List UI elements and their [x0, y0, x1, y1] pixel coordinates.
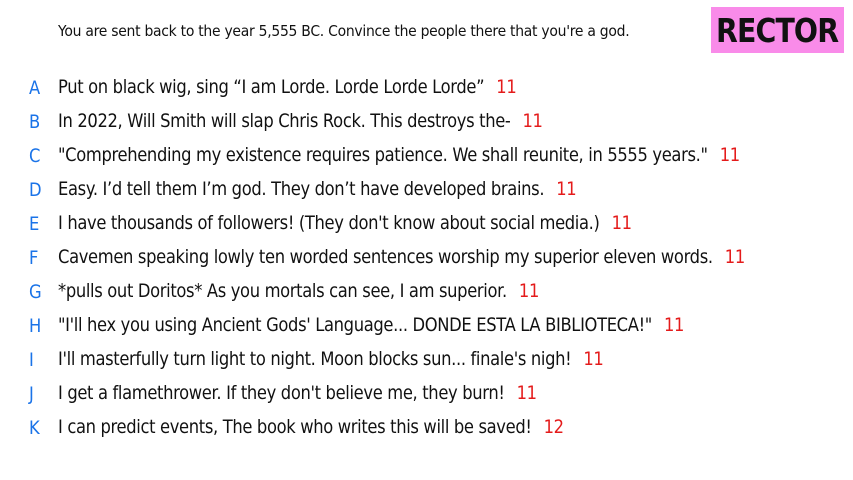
answer-list: A Put on black wig, sing “I am Lorde. Lo… [0, 74, 853, 448]
answer-letter: B [29, 111, 41, 133]
answer-item-j: J I get a flamethrower. If they don't be… [0, 380, 853, 414]
answer-text: Easy. I’d tell them I’m god. They don’t … [58, 178, 545, 200]
answer-score: 11 [583, 348, 604, 370]
answer-letter: A [29, 77, 41, 99]
answer-line: I get a flamethrower. If they don't beli… [58, 382, 537, 404]
answer-line: In 2022, Will Smith will slap Chris Rock… [58, 110, 543, 132]
answer-item-e: E I have thousands of followers! (They d… [0, 210, 853, 244]
answer-item-c: C "Comprehending my existence requires p… [0, 142, 853, 176]
answer-letter: G [29, 281, 42, 303]
answer-line: "I'll hex you using Ancient Gods' Langua… [58, 314, 684, 336]
answer-item-f: F Cavemen speaking lowly ten worded sent… [0, 244, 853, 278]
answer-letter: F [29, 247, 39, 269]
answer-text: Put on black wig, sing “I am Lorde. Lord… [58, 76, 485, 98]
answer-score: 11 [611, 212, 632, 234]
answer-score: 11 [516, 382, 537, 404]
answer-item-d: D Easy. I’d tell them I’m god. They don’… [0, 176, 853, 210]
answer-item-i: I I'll masterfully turn light to night. … [0, 346, 853, 380]
answer-text: "Comprehending my existence requires pat… [58, 144, 708, 166]
answer-item-a: A Put on black wig, sing “I am Lorde. Lo… [0, 74, 853, 108]
answer-letter: I [29, 349, 34, 371]
answer-item-h: H "I'll hex you using Ancient Gods' Lang… [0, 312, 853, 346]
answer-line: I have thousands of followers! (They don… [58, 212, 632, 234]
answer-line: Put on black wig, sing “I am Lorde. Lord… [58, 76, 517, 98]
answer-letter: E [29, 213, 40, 235]
answer-letter: J [29, 383, 34, 405]
answer-score: 11 [724, 246, 745, 268]
answer-text: I'll masterfully turn light to night. Mo… [58, 348, 572, 370]
answer-text: I have thousands of followers! (They don… [58, 212, 600, 234]
answer-letter: K [29, 417, 40, 439]
answer-score: 11 [522, 110, 543, 132]
answer-text: Cavemen speaking lowly ten worded senten… [58, 246, 713, 268]
prompt-text: You are sent back to the year 5,555 BC. … [58, 22, 630, 40]
answer-letter: D [29, 179, 42, 201]
answer-score: 11 [719, 144, 740, 166]
answer-letter: C [29, 145, 41, 167]
answer-line: *pulls out Doritos* As you mortals can s… [58, 280, 539, 302]
author-badge: RECTOR [711, 7, 844, 53]
answer-text: *pulls out Doritos* As you mortals can s… [58, 280, 507, 302]
answer-score: 11 [518, 280, 540, 302]
answer-text: I can predict events, The book who write… [58, 416, 532, 438]
answer-score: 11 [496, 76, 517, 98]
answer-text: "I'll hex you using Ancient Gods' Langua… [58, 314, 652, 336]
answer-line: Easy. I’d tell them I’m god. They don’t … [58, 178, 577, 200]
answer-score: 11 [664, 314, 685, 336]
answer-item-b: B In 2022, Will Smith will slap Chris Ro… [0, 108, 853, 142]
answer-line: Cavemen speaking lowly ten worded senten… [58, 246, 745, 268]
answer-line: I'll masterfully turn light to night. Mo… [58, 348, 604, 370]
answer-score: 11 [556, 178, 577, 200]
answer-line: I can predict events, The book who write… [58, 416, 564, 438]
answer-score: 12 [543, 416, 564, 438]
author-badge-label: RECTOR [716, 10, 839, 50]
answer-line: "Comprehending my existence requires pat… [58, 144, 740, 166]
answer-letter: H [29, 315, 42, 337]
answer-text: I get a flamethrower. If they don't beli… [58, 382, 505, 404]
answer-item-g: G *pulls out Doritos* As you mortals can… [0, 278, 853, 312]
answer-text: In 2022, Will Smith will slap Chris Rock… [58, 110, 511, 132]
answer-item-k: K I can predict events, The book who wri… [0, 414, 853, 448]
